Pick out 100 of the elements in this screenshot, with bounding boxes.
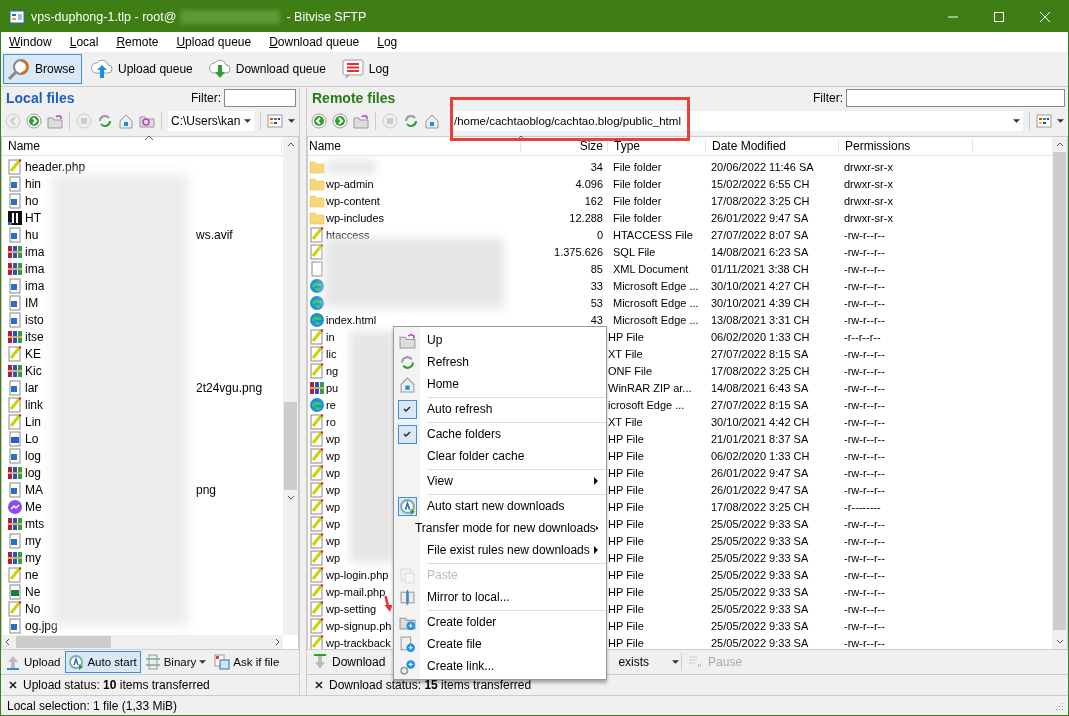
file-name[interactable]: log	[25, 465, 41, 480]
column-header[interactable]: Name	[2, 139, 282, 153]
file-name[interactable]: wp-includes	[326, 211, 385, 224]
file-name[interactable]: wp	[326, 500, 341, 513]
scroll-down-icon[interactable]	[1055, 639, 1064, 644]
file-name[interactable]: HT	[25, 210, 41, 225]
file-name[interactable]: wp-signup.ph	[326, 619, 392, 632]
folder-search-icon[interactable]	[139, 113, 155, 129]
view-icon[interactable]	[1036, 113, 1052, 129]
filter-field[interactable]	[224, 89, 296, 107]
file-name[interactable]: in	[326, 330, 335, 343]
file-name[interactable]: wp-content	[326, 194, 380, 207]
caret-icon[interactable]	[288, 119, 295, 123]
menu-item[interactable]: Create file	[394, 633, 606, 655]
column-header[interactable]: Name	[308, 139, 521, 153]
folder-up-icon[interactable]	[353, 113, 369, 129]
scrollbar-thumb[interactable]	[284, 402, 297, 490]
transfer-button[interactable]: Upload	[2, 651, 65, 673]
file-name[interactable]: ima	[25, 261, 45, 276]
menu-item[interactable]: Create link...	[394, 655, 606, 677]
vertical-scrollbar[interactable]	[1052, 137, 1067, 649]
file-name[interactable]: re	[326, 398, 336, 411]
file-name[interactable]: htaccess	[326, 228, 370, 241]
file-name[interactable]: wp	[326, 432, 341, 445]
menu-item[interactable]: Window	[3, 35, 58, 49]
file-name[interactable]: wp	[326, 466, 341, 479]
menu-item[interactable]: Cache folders	[394, 423, 606, 445]
transfer-button[interactable]: Auto start	[65, 651, 141, 673]
file-name[interactable]: log	[25, 448, 41, 463]
file-name[interactable]: ima	[25, 278, 45, 293]
file-name[interactable]: mts	[25, 516, 45, 531]
file-name[interactable]: MA	[25, 482, 43, 497]
refresh-icon[interactable]	[97, 113, 113, 129]
file-name[interactable]: hu	[25, 227, 39, 242]
menu-item[interactable]: Remote	[110, 35, 165, 49]
file-name[interactable]: lic	[326, 347, 337, 360]
file-name[interactable]: Lo	[25, 431, 39, 446]
file-name[interactable]: wp	[326, 449, 341, 462]
file-name[interactable]: ima	[25, 244, 45, 259]
transfer-button[interactable]: Download	[308, 651, 392, 673]
menu-item[interactable]: Local	[63, 35, 105, 49]
file-name[interactable]: my	[25, 550, 41, 565]
file-name[interactable]: ro	[326, 415, 336, 428]
folder-up-icon[interactable]	[47, 113, 63, 129]
file-name[interactable]: Me	[25, 499, 42, 514]
refresh-icon[interactable]	[403, 113, 419, 129]
caret-icon[interactable]	[672, 660, 680, 664]
file-name[interactable]: itse	[25, 329, 44, 344]
menu-item[interactable]: Auto start new downloads	[394, 495, 606, 517]
close-icon[interactable]	[315, 681, 323, 689]
scroll-left-icon[interactable]	[5, 638, 10, 646]
file-name[interactable]: header.php	[25, 159, 86, 174]
menu-item[interactable]: Create folder	[394, 611, 606, 633]
menu-item[interactable]: Download queue	[263, 35, 366, 49]
caret-icon[interactable]	[1057, 119, 1064, 123]
file-name[interactable]: index.html	[326, 313, 377, 326]
menu-item[interactable]: Up	[394, 329, 606, 351]
scrollbar-thumb[interactable]	[1053, 152, 1066, 630]
toolbar-button[interactable]: Upload queue	[86, 54, 200, 84]
home-icon[interactable]	[118, 113, 134, 129]
scroll-up-icon[interactable]	[286, 142, 295, 147]
file-name[interactable]: wp	[326, 551, 341, 564]
path-dropdown[interactable]: C:\Users\kan	[168, 111, 254, 131]
column-header[interactable]: Permissions	[839, 139, 973, 153]
file-name[interactable]: IM	[25, 295, 39, 310]
menu-item[interactable]: Log	[371, 35, 404, 49]
file-name[interactable]: ne	[25, 567, 39, 582]
view-icon[interactable]	[267, 113, 283, 129]
scroll-up-icon[interactable]	[1055, 142, 1064, 147]
file-name[interactable]: og.jpg	[25, 618, 58, 633]
file-name[interactable]: wp	[326, 483, 341, 496]
file-name[interactable]: wp	[326, 517, 341, 530]
toolbar-button[interactable]: Download queue	[203, 54, 333, 84]
forward-icon[interactable]	[26, 113, 42, 129]
file-name[interactable]: ng	[326, 364, 339, 377]
maximize-icon[interactable]	[994, 11, 1004, 22]
close-icon[interactable]	[9, 681, 17, 689]
file-name[interactable]: wp-login.php	[326, 568, 389, 581]
toolbar-button[interactable]: Browse	[3, 54, 82, 84]
scroll-right-icon[interactable]	[275, 638, 280, 646]
file-name[interactable]: hin	[25, 176, 41, 191]
column-header[interactable]: Type	[608, 139, 706, 153]
file-name[interactable]: No	[25, 601, 41, 616]
menu-item[interactable]: Transfer mode for new downloads	[394, 517, 606, 539]
transfer-button[interactable]: Ask if file	[211, 651, 284, 673]
toolbar-button[interactable]: Log	[336, 54, 396, 84]
file-name[interactable]: isto	[25, 312, 44, 327]
dropdown-label[interactable]: exists	[618, 655, 650, 669]
filter-field[interactable]	[846, 89, 1065, 107]
transfer-button[interactable]: Binary	[141, 651, 211, 673]
file-name[interactable]: wp-admin	[326, 177, 374, 190]
menu-item[interactable]: Upload queue	[170, 35, 258, 49]
menu-item[interactable]: Refresh	[394, 351, 606, 373]
file-name[interactable]: my	[25, 533, 41, 548]
file-name[interactable]: Lin	[25, 414, 41, 429]
resize-grip-icon[interactable]	[1054, 700, 1064, 711]
forward-icon[interactable]	[332, 113, 348, 129]
file-name[interactable]: KE	[25, 346, 41, 361]
file-name[interactable]: Ne	[25, 584, 41, 599]
back-icon[interactable]	[311, 113, 327, 129]
